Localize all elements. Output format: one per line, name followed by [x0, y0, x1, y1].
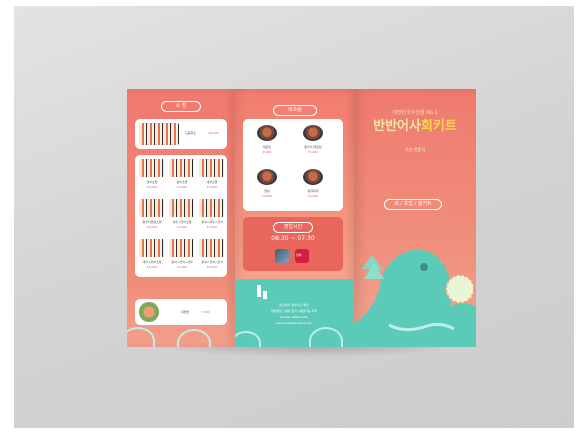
- section-pill-sushi: 소 장: [161, 101, 201, 112]
- cover-title-main: 반반어사: [373, 119, 421, 134]
- stew-bowl-image: [303, 169, 323, 185]
- footer-line: 주문방법 | 예약 문의 | 배달가능 지역: [270, 309, 318, 313]
- footer-line: 반찬에서 영업시간 확인: [279, 303, 309, 307]
- sushi-item-image: [199, 239, 224, 257]
- stew-item-price: 9,000: [262, 150, 272, 154]
- octopus-illustration: [354, 249, 476, 347]
- sushi-item-price: 13,000: [146, 185, 158, 189]
- stew-bowl-image: [303, 125, 323, 141]
- sushi-item-image: [139, 239, 164, 257]
- stew-item-name: 동태찌개: [307, 189, 319, 193]
- cover-subtitle: 대한민국수산물 No.1: [392, 110, 438, 116]
- sushi-item-price: 13,000: [176, 185, 188, 189]
- brochure-panel-middle: 비조림 매운탕 9,000 통우리 매운탕 15,000 알탕 13,000 동태찌개 10,…: [235, 89, 354, 347]
- sushi-item-image: [139, 199, 164, 217]
- trifold-brochure-mockup: 소 장 모둠회초 18,000 연어초밥 13,000 광어초밥 13,000 새우초밥…: [127, 89, 476, 347]
- sushi-item-name: 광어초밥: [176, 180, 188, 184]
- featured-item-price: 18,000: [208, 131, 219, 135]
- sushi-item-name: 황새치뱃살초밥: [142, 220, 162, 224]
- sushi-item-image: [169, 199, 194, 217]
- rice-bowl-image: [139, 302, 159, 322]
- lighthouse-icon: [257, 285, 261, 297]
- sushi-grid-card: 연어초밥 13,000 광어초밥 13,000 새우초밥 13,000 황새치뱃살초밥 13,…: [135, 155, 227, 277]
- footer-line: www.example-store.com: [275, 321, 313, 325]
- sushi-item-price: 13,000: [206, 225, 218, 229]
- bottom-item-price: 7,000: [201, 310, 210, 314]
- cover-title: 반반어사회키트: [364, 119, 466, 135]
- wave-decoration: [177, 329, 211, 347]
- sushi-item-image: [169, 159, 194, 177]
- sushi-item-name: 광어+새우+연어: [201, 220, 223, 224]
- sushi-item-name: 새우초밥: [206, 180, 218, 184]
- sushi-item-price: 16,000: [206, 265, 218, 269]
- hours-pill: 영업시간: [273, 222, 313, 233]
- featured-item-name: 모둠회초: [185, 131, 197, 135]
- brochure-panel-left: 소 장 모둠회초 18,000 연어초밥 13,000 광어초밥 13,000 새우초밥…: [127, 89, 235, 347]
- stew-bowl-image: [257, 125, 277, 141]
- qr-app-icon: [275, 249, 289, 263]
- sushi-item-image: [139, 159, 164, 177]
- order-badge: 참배: [295, 249, 309, 263]
- sushi-item-name: 새우+유부초밥: [142, 260, 162, 264]
- sushi-item-price: 15,000: [146, 265, 158, 269]
- sushi-item-name: 광어+연어+참치: [201, 260, 223, 264]
- stew-menu-card: 매운탕 9,000 통우리 매운탕 15,000 알탕 13,000 동태찌개 10,000: [243, 119, 343, 211]
- sushi-item-image: [199, 159, 224, 177]
- section-pill-stew: 비조림: [273, 105, 317, 116]
- cover-tagline: 수산 전문식: [405, 147, 425, 152]
- sushi-item-name: 새우+연어초밥: [172, 220, 192, 224]
- order-badge-text: 참배: [296, 253, 302, 257]
- stew-item-price: 13,000: [261, 194, 273, 198]
- brochure-panel-cover: 대한민국수산물 No.1 반반어사회키트 수산 전문식 회 / 초밥 / 밀키트: [354, 89, 476, 347]
- cover-title-accent: 회키트: [420, 119, 457, 134]
- footer-line: Mobile 1668-1234: [280, 315, 308, 319]
- hours-card: 영업시간 08:30 ~ 07:30 참배: [243, 217, 343, 271]
- sushi-item-price: 13,000: [206, 185, 218, 189]
- wave-decoration: [309, 327, 343, 347]
- stew-item-price: 10,000: [307, 194, 319, 198]
- bottom-item-name: 회덮밥: [181, 310, 190, 314]
- lighthouse-icon: [263, 291, 267, 299]
- cover-categories-pill: 회 / 초밥 / 밀키트: [384, 199, 442, 210]
- stew-item-name: 알탕: [264, 189, 270, 193]
- featured-item-card: 모둠회초 18,000: [135, 119, 227, 149]
- sushi-item-price: 13,000: [146, 225, 158, 229]
- stew-bowl-image: [257, 169, 277, 185]
- sushi-item-name: 연어초밥: [146, 180, 158, 184]
- sushi-item-name: 광어+연어+새우: [171, 260, 193, 264]
- bottom-item-card: 회덮밥 7,000: [135, 299, 227, 325]
- featured-sushi-image: [139, 123, 179, 145]
- sushi-item-price: 16,000: [176, 265, 188, 269]
- stew-item-name: 통우리 매운탕: [304, 145, 322, 149]
- sushi-item-image: [199, 199, 224, 217]
- stew-item-price: 15,000: [307, 150, 319, 154]
- sushi-item-price: 13,000: [176, 225, 188, 229]
- sushi-item-image: [169, 239, 194, 257]
- stew-item-name: 매운탕: [262, 145, 272, 149]
- wave-decoration: [127, 327, 155, 347]
- hours-text: 08:30 ~ 07:30: [271, 235, 315, 242]
